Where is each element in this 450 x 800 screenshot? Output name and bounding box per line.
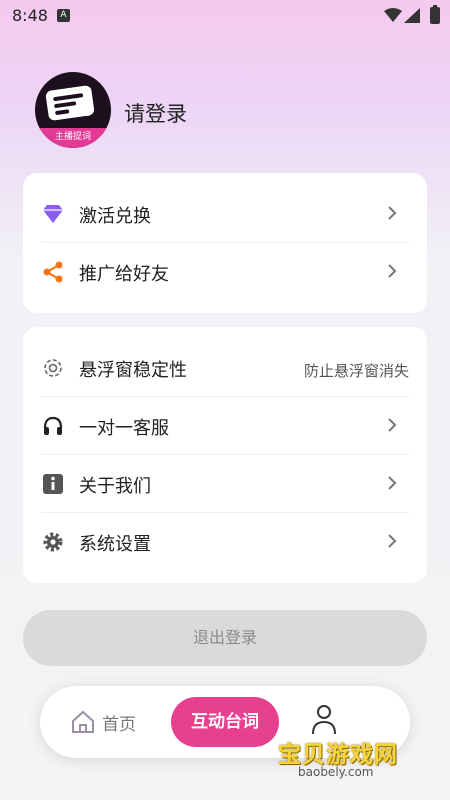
menu-item-hint: 防止悬浮窗消失 <box>303 362 409 380</box>
notification-icon: A <box>57 9 70 22</box>
menu-item-system-settings[interactable]: 系统设置 <box>23 513 427 571</box>
chevron-right-icon <box>388 534 397 548</box>
avatar-ai-badge: AI <box>83 110 90 118</box>
wifi-icon <box>384 8 402 22</box>
chevron-right-icon <box>388 418 397 432</box>
user-icon <box>312 705 336 735</box>
signal-icon <box>404 8 420 23</box>
menu-item-label: 一对一客服 <box>79 418 169 439</box>
tab-interactive-lines[interactable]: 互动台词 <box>171 697 279 747</box>
info-icon <box>41 472 65 496</box>
menu-group-1: 激活兑换 推广给好友 <box>23 173 427 313</box>
menu-item-label: 推广给好友 <box>79 264 169 285</box>
menu-item-label: 激活兑换 <box>79 206 151 227</box>
avatar-caption: 主播提词 <box>35 128 111 148</box>
chevron-right-icon <box>388 476 397 490</box>
watermark: 宝贝游戏网 baobely.com <box>278 735 418 785</box>
headset-icon <box>41 414 65 438</box>
watermark-url: baobely.com <box>298 765 374 779</box>
share-icon <box>41 260 65 284</box>
logout-button[interactable]: 退出登录 <box>23 610 427 666</box>
avatar[interactable]: AI 主播提词 <box>35 72 111 148</box>
tab-home-label: 首页 <box>102 714 136 735</box>
login-prompt[interactable]: 请登录 <box>124 98 187 128</box>
chevron-right-icon <box>388 264 397 278</box>
chevron-right-icon <box>388 206 397 220</box>
menu-group-2: 悬浮窗稳定性 防止悬浮窗消失 一对一客服 关于我们 系统设置 <box>23 327 427 583</box>
menu-item-activate[interactable]: 激活兑换 <box>23 185 427 243</box>
menu-item-label: 关于我们 <box>79 476 151 497</box>
menu-item-label: 系统设置 <box>79 534 151 555</box>
diamond-icon <box>41 202 65 226</box>
menu-item-about[interactable]: 关于我们 <box>23 455 427 513</box>
gear-outline-icon <box>41 356 65 380</box>
home-icon <box>72 710 94 733</box>
menu-item-customer-service[interactable]: 一对一客服 <box>23 397 427 455</box>
tab-home[interactable]: 首页 <box>70 709 136 735</box>
gear-icon <box>41 530 65 554</box>
watermark-title: 宝贝游戏网 <box>278 742 398 768</box>
status-time: 8:48 <box>12 6 48 25</box>
menu-item-label: 悬浮窗稳定性 <box>79 360 187 381</box>
battery-icon <box>430 5 440 24</box>
menu-item-share[interactable]: 推广给好友 <box>23 243 427 301</box>
status-bar: 8:48 A <box>0 0 450 32</box>
menu-item-float-stability[interactable]: 悬浮窗稳定性 防止悬浮窗消失 <box>23 339 427 397</box>
